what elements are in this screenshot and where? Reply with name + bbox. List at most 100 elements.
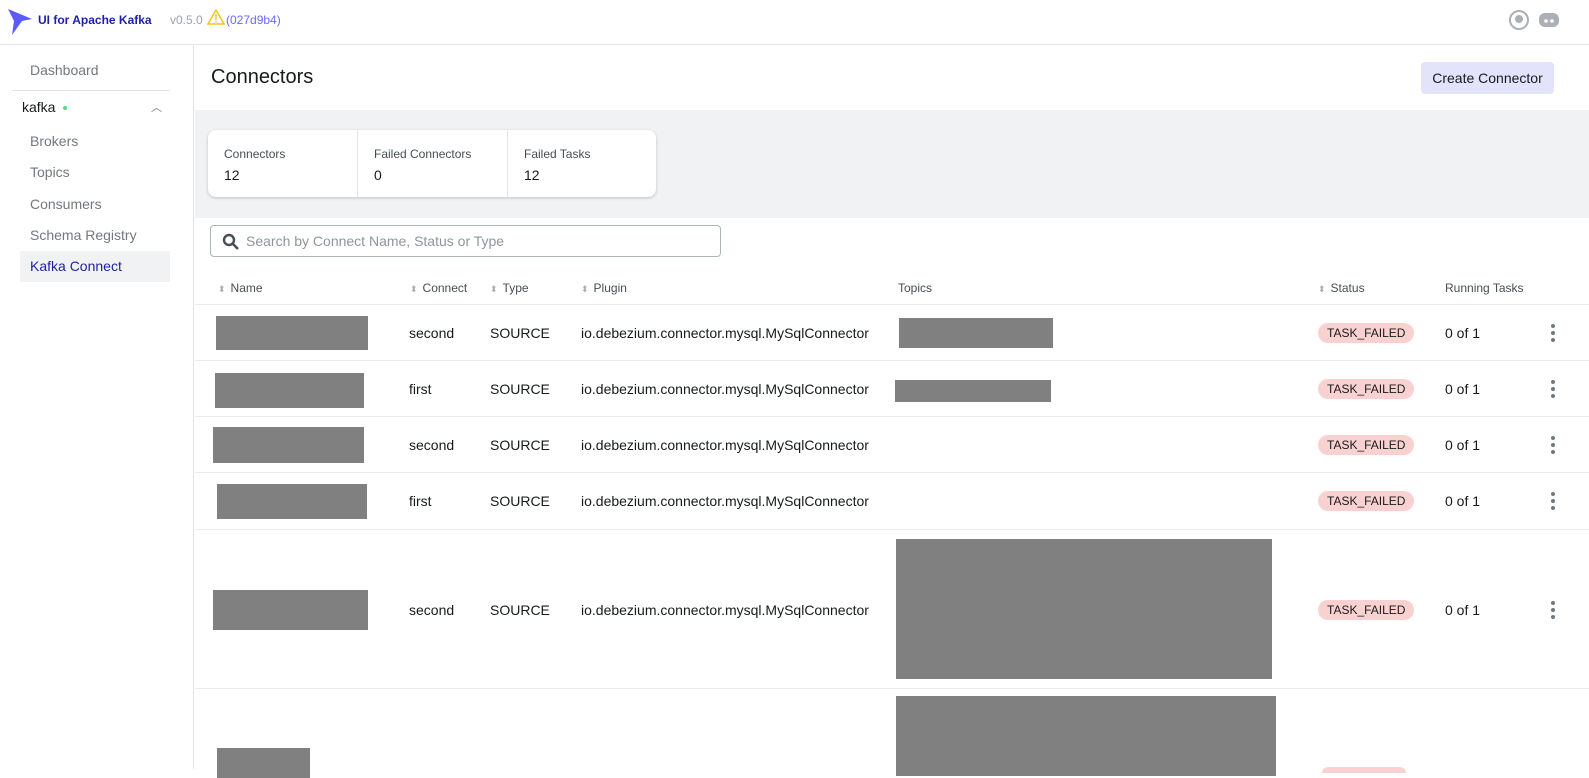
redacted-topics	[896, 696, 1276, 776]
column-header-plugin[interactable]: ⬍ Plugin	[581, 281, 627, 295]
redacted-name	[213, 590, 368, 630]
table-row[interactable]: second SOURCE io.debezium.connector.mysql.…	[195, 416, 1589, 472]
warning-icon	[207, 9, 225, 25]
header-label: Name	[230, 281, 263, 295]
discord-icon[interactable]	[1538, 11, 1560, 29]
type-cell: SOURCE	[490, 601, 550, 618]
header-label: Status	[1330, 281, 1365, 295]
table-row[interactable]: second SOURCE io.debezium.connector.mysql.…	[195, 304, 1589, 360]
search-input[interactable]	[246, 233, 706, 249]
column-header-topics: Topics	[898, 281, 933, 295]
type-cell: SOURCE	[490, 381, 550, 397]
create-connector-button[interactable]: Create Connector	[1421, 62, 1554, 94]
stat-value: 12	[224, 167, 240, 183]
redacted-topics	[899, 318, 1053, 348]
cluster-toggle[interactable]: kafka ︿	[22, 99, 162, 119]
search-box	[210, 225, 721, 257]
running-tasks-cell: 0 of 1	[1445, 325, 1481, 341]
stats-band: Connectors 12 Failed Connectors 0 Failed T…	[195, 110, 1589, 218]
table-row[interactable]: first SOURCE io.debezium.connector.mysql.M…	[195, 360, 1589, 416]
version: v0.5.0	[170, 13, 203, 27]
running-tasks-cell: 0 of 1	[1445, 601, 1481, 618]
running-tasks-cell: 0 of 1	[1445, 437, 1481, 453]
stat-label: Failed Connectors	[374, 147, 472, 161]
stat-failed-tasks: Failed Tasks 12	[508, 130, 656, 197]
type-cell: SOURCE	[490, 325, 550, 341]
connect-cell: first	[409, 381, 432, 397]
brand-name[interactable]: UI for Apache Kafka	[38, 13, 152, 27]
more-options-icon[interactable]	[1549, 600, 1557, 619]
header-label: Type	[502, 281, 529, 295]
more-options-icon[interactable]	[1549, 492, 1557, 510]
header-label: Plugin	[593, 281, 627, 295]
stat-label: Connectors	[224, 147, 286, 161]
redacted-name	[216, 316, 368, 350]
sidebar: Dashboard kafka ︿ Brokers Topics Consume…	[0, 45, 194, 769]
table-row[interactable]	[195, 688, 1589, 778]
sidebar-item-schema-registry[interactable]: Schema Registry	[20, 220, 170, 251]
divider	[12, 90, 170, 91]
running-tasks-cell: 0 of 1	[1445, 381, 1481, 397]
type-cell: SOURCE	[490, 493, 550, 509]
column-header-running-tasks: Running Tasks	[1445, 281, 1524, 295]
column-header-connect[interactable]: ⬍ Connect	[410, 281, 467, 295]
column-header-status[interactable]: ⬍ Status	[1318, 281, 1365, 295]
status-badge: TASK_FAILED	[1318, 491, 1415, 511]
sidebar-item-topics[interactable]: Topics	[20, 157, 170, 188]
table-row[interactable]: second SOURCE io.debezium.connector.mysql.…	[195, 529, 1589, 688]
main-content: Connectors Create Connector Connectors 12…	[195, 45, 1589, 778]
kafka-ui-logo-icon[interactable]	[8, 9, 32, 35]
redacted-topics	[896, 539, 1272, 679]
online-status-dot	[63, 106, 68, 111]
more-options-icon[interactable]	[1549, 436, 1557, 454]
header-label: Connect	[422, 281, 468, 295]
page-title: Connectors	[211, 66, 314, 88]
status-badge: TASK_FAILED	[1318, 379, 1415, 399]
sort-icon: ⬍	[1318, 284, 1326, 294]
status-badge: TASK_FAILED	[1318, 599, 1415, 620]
status-badge: TASK_FAILED	[1318, 323, 1415, 343]
more-options-icon[interactable]	[1549, 380, 1557, 398]
plugin-cell: io.debezium.connector.mysql.MySqlConnect…	[581, 493, 869, 509]
stats-cards: Connectors 12 Failed Connectors 0 Failed T…	[208, 130, 656, 197]
stat-value: 0	[374, 167, 382, 183]
top-bar: UI for Apache Kafka v0.5.0 (027d9b4)	[0, 0, 1589, 45]
sort-icon: ⬍	[581, 284, 589, 294]
connect-cell: second	[409, 437, 455, 453]
plugin-cell: io.debezium.connector.mysql.MySqlConnect…	[581, 381, 869, 397]
redacted-name	[217, 748, 310, 778]
sidebar-item-brokers[interactable]: Brokers	[20, 126, 170, 157]
more-options-icon[interactable]	[1549, 324, 1557, 342]
redacted-name	[217, 484, 367, 519]
commit-link[interactable]: (027d9b4)	[226, 13, 281, 27]
running-tasks-cell: 0 of 1	[1445, 493, 1481, 509]
sidebar-item-kafka-connect[interactable]: Kafka Connect	[20, 251, 170, 282]
redacted-name	[215, 373, 364, 408]
plugin-cell: io.debezium.connector.mysql.MySqlConnect…	[581, 325, 869, 341]
plugin-cell: io.debezium.connector.mysql.MySqlConnect…	[581, 601, 869, 618]
redacted-name	[213, 427, 364, 463]
column-header-name[interactable]: ⬍ Name	[218, 281, 263, 295]
cluster-name: kafka	[22, 99, 56, 115]
column-header-type[interactable]: ⬍ Type	[490, 281, 529, 295]
connect-cell: second	[409, 601, 455, 618]
stat-label: Failed Tasks	[524, 147, 591, 161]
connect-cell: second	[409, 325, 455, 341]
connect-cell: first	[409, 493, 432, 509]
sidebar-item-consumers[interactable]: Consumers	[20, 189, 170, 220]
stat-connectors: Connectors 12	[208, 130, 358, 197]
sort-icon: ⬍	[490, 284, 498, 294]
redacted-topics	[895, 380, 1051, 402]
table-row[interactable]: first SOURCE io.debezium.connector.mysql.M…	[195, 472, 1589, 528]
sort-icon: ⬍	[218, 284, 226, 294]
github-icon[interactable]	[1509, 10, 1529, 30]
status-badge-partial	[1322, 767, 1406, 773]
stat-failed-connectors: Failed Connectors 0	[358, 130, 508, 197]
sidebar-item-dashboard[interactable]: Dashboard	[20, 55, 170, 86]
type-cell: SOURCE	[490, 437, 550, 453]
chevron-up-icon: ︿	[151, 102, 162, 114]
status-badge: TASK_FAILED	[1318, 435, 1415, 455]
sort-icon: ⬍	[410, 284, 418, 294]
stat-value: 12	[524, 167, 540, 183]
plugin-cell: io.debezium.connector.mysql.MySqlConnect…	[581, 437, 869, 453]
